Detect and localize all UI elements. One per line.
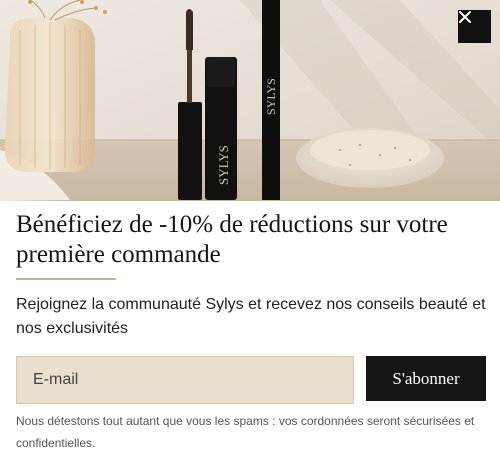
privacy-disclaimer: Nous détestons tout autant que vous les … [16, 414, 475, 450]
newsletter-popup: SYLYS SYLYS Bénéficiez de -10% de réduct [0, 0, 500, 464]
product-photo: SYLYS SYLYS [0, 0, 500, 201]
popup-content: Bénéficiez de -10% de réductions sur vot… [16, 210, 486, 341]
close-button[interactable] [458, 10, 491, 43]
product-brand-label: SYLYS [216, 145, 231, 185]
close-icon [459, 11, 471, 23]
popup-subtitle: Rejoignez la communauté Sylys et recevez… [16, 296, 486, 337]
hero-image: SYLYS SYLYS [0, 0, 500, 201]
subscribe-form: S'abonner [16, 356, 486, 404]
pencil-brand-label: SYLYS [264, 78, 278, 115]
email-input[interactable] [16, 356, 354, 404]
subscribe-button[interactable]: S'abonner [366, 356, 486, 401]
title-underline [16, 278, 116, 280]
popup-title: Bénéficiez de -10% de réductions sur vot… [16, 211, 448, 268]
